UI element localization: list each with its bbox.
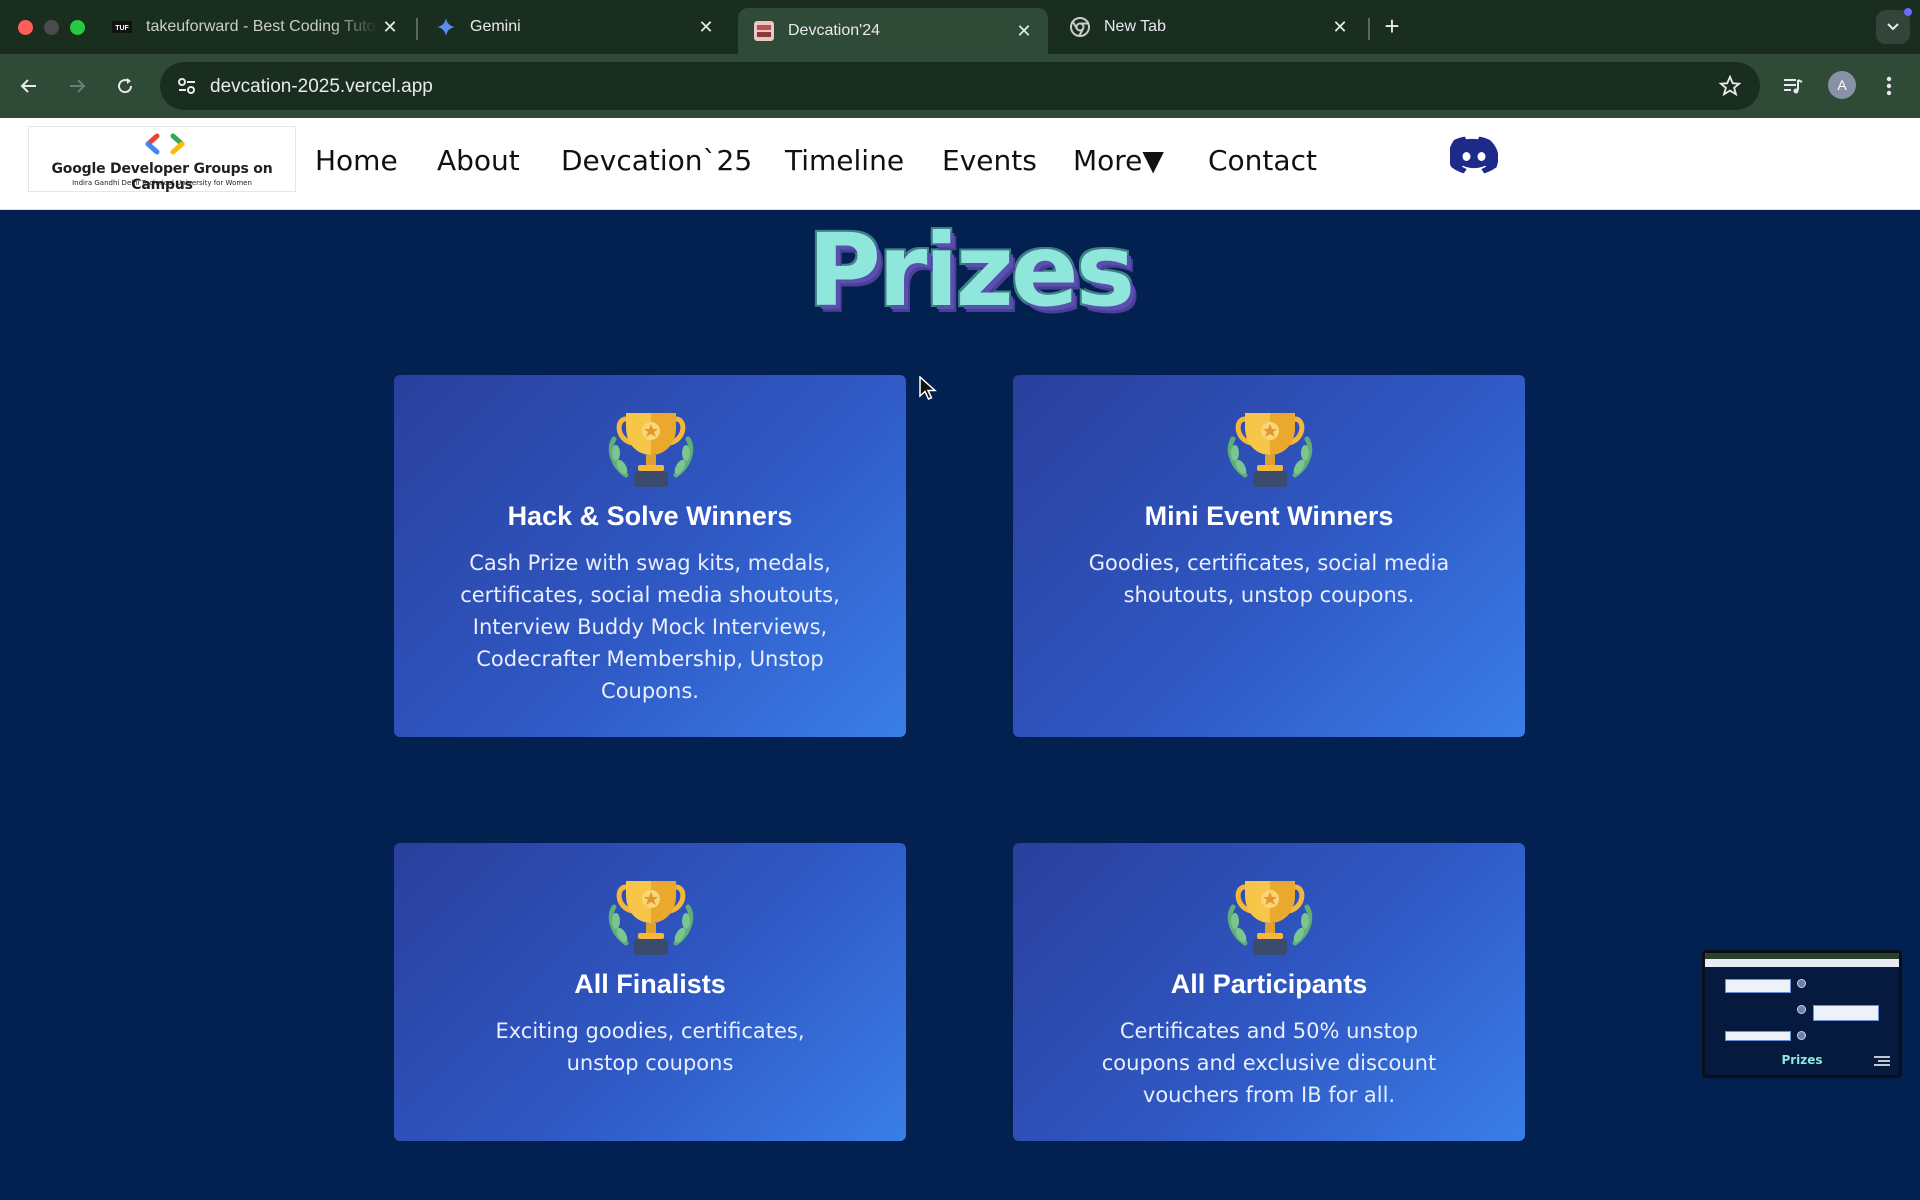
thumbnail-timeline-box bbox=[1813, 1005, 1879, 1021]
chevron-down-icon bbox=[1887, 23, 1899, 31]
tab-title: New Tab bbox=[1104, 18, 1166, 35]
close-icon[interactable]: ✕ bbox=[378, 15, 402, 39]
gdg-logo[interactable]: Google Developer Groups on Campus Indira… bbox=[28, 126, 296, 193]
nav-contact[interactable]: Contact bbox=[1208, 144, 1317, 177]
page-preview-thumbnail[interactable]: Prizes bbox=[1702, 950, 1902, 1078]
tab-separator bbox=[416, 18, 418, 40]
tab-takeuforward[interactable]: TUF takeuforward - Best Coding Tutorials… bbox=[96, 8, 414, 46]
bookmark-star-icon[interactable] bbox=[1716, 72, 1744, 100]
mouse-cursor-icon bbox=[919, 376, 937, 400]
arrow-right-icon bbox=[70, 79, 86, 93]
card-title: Mini Event Winners bbox=[1144, 501, 1394, 531]
svg-text:TUF: TUF bbox=[115, 25, 129, 32]
nav-devcation25[interactable]: Devcation`25 bbox=[561, 144, 752, 177]
tab-title: Gemini bbox=[470, 18, 521, 35]
tab-search-button[interactable] bbox=[1876, 8, 1912, 44]
trophy-icon bbox=[608, 413, 694, 487]
new-tab-button[interactable]: + bbox=[1378, 12, 1406, 40]
arrow-left-icon bbox=[20, 79, 36, 93]
logo-title: Google Developer Groups on Campus bbox=[51, 161, 273, 193]
chrome-icon bbox=[1070, 17, 1090, 37]
url-text: devcation-2025.vercel.app bbox=[210, 76, 433, 97]
nav-events[interactable]: Events bbox=[942, 144, 1037, 177]
window-close-button[interactable] bbox=[18, 20, 33, 35]
section-title: Prizes bbox=[807, 212, 1135, 329]
thumbnail-timeline-box bbox=[1725, 1031, 1791, 1041]
thumbnail-title: Prizes bbox=[1781, 1053, 1823, 1067]
menu-icon[interactable] bbox=[1873, 1055, 1891, 1067]
card-description: Exciting goodies, certificates, unstop c… bbox=[495, 1019, 805, 1075]
trophy-icon bbox=[1227, 413, 1313, 487]
discord-icon[interactable] bbox=[1448, 136, 1499, 176]
tab-separator bbox=[1368, 18, 1370, 40]
card-description: Certificates and 50% unstop coupons and … bbox=[1101, 1019, 1437, 1107]
site-settings-icon[interactable] bbox=[172, 71, 202, 101]
prize-card: Mini Event Winners Goodies, certificates… bbox=[1013, 375, 1525, 737]
profile-avatar[interactable]: A bbox=[1828, 71, 1856, 99]
nav-about[interactable]: About bbox=[437, 144, 520, 177]
tab-devcation[interactable]: Devcation'24 ✕ bbox=[738, 8, 1048, 54]
card-description: Cash Prize with swag kits, medals, certi… bbox=[460, 551, 840, 703]
browser-tab-strip: TUF takeuforward - Best Coding Tutorials… bbox=[0, 0, 1920, 54]
gdg-logo-mark-icon bbox=[145, 133, 185, 155]
close-icon[interactable]: ✕ bbox=[1012, 19, 1036, 43]
more-menu-icon[interactable] bbox=[1872, 69, 1906, 103]
tab-gemini[interactable]: Gemini ✕ bbox=[420, 8, 730, 46]
trophy-icon bbox=[1227, 881, 1313, 955]
site-navbar: Google Developer Groups on Campus Indira… bbox=[0, 118, 1920, 210]
tab-new-tab[interactable]: New Tab ✕ bbox=[1054, 8, 1364, 46]
close-icon[interactable]: ✕ bbox=[694, 15, 718, 39]
tab-title: takeuforward - Best Coding Tutorials bbox=[146, 18, 378, 35]
card-description: Goodies, certificates, social media shou… bbox=[1088, 551, 1450, 607]
window-minimize-button[interactable] bbox=[44, 20, 59, 35]
nav-timeline[interactable]: Timeline bbox=[785, 144, 904, 177]
window-zoom-button[interactable] bbox=[70, 20, 85, 35]
prize-card: Hack & Solve Winners Cash Prize with swa… bbox=[394, 375, 906, 737]
logo-subtitle: Indira Gandhi Delhi Technical University… bbox=[72, 179, 252, 187]
thumbnail-timeline-dot bbox=[1797, 1031, 1806, 1040]
browser-toolbar: devcation-2025.vercel.app bbox=[0, 54, 1920, 118]
trophy-icon bbox=[608, 881, 694, 955]
forward-button[interactable] bbox=[60, 69, 94, 103]
prize-card: All Participants Certificates and 50% un… bbox=[1013, 843, 1525, 1141]
reload-button[interactable] bbox=[108, 69, 142, 103]
prize-card: All Finalists Exciting goodies, certific… bbox=[394, 843, 906, 1141]
thumbnail-timeline-dot bbox=[1797, 1005, 1806, 1014]
card-title: All Finalists bbox=[574, 969, 726, 999]
thumbnail-timeline-box bbox=[1725, 979, 1791, 993]
card-title: All Participants bbox=[1170, 969, 1368, 999]
back-button[interactable] bbox=[12, 69, 46, 103]
reload-icon bbox=[118, 78, 133, 94]
nav-more-dropdown[interactable]: More▼ bbox=[1073, 144, 1164, 177]
tuf-icon: TUF bbox=[112, 17, 132, 37]
notification-dot bbox=[1904, 8, 1912, 16]
card-title: Hack & Solve Winners bbox=[507, 501, 793, 531]
tab-title: Devcation'24 bbox=[788, 22, 880, 39]
close-icon[interactable]: ✕ bbox=[1328, 15, 1352, 39]
thumbnail-timeline-dot bbox=[1797, 979, 1806, 988]
media-controls-icon[interactable] bbox=[1776, 69, 1810, 103]
nav-home[interactable]: Home bbox=[315, 144, 398, 177]
gemini-icon bbox=[436, 17, 456, 37]
address-bar[interactable]: devcation-2025.vercel.app bbox=[160, 62, 1760, 110]
devcation-icon bbox=[754, 21, 774, 41]
thumbnail-browser-bar bbox=[1705, 953, 1899, 959]
